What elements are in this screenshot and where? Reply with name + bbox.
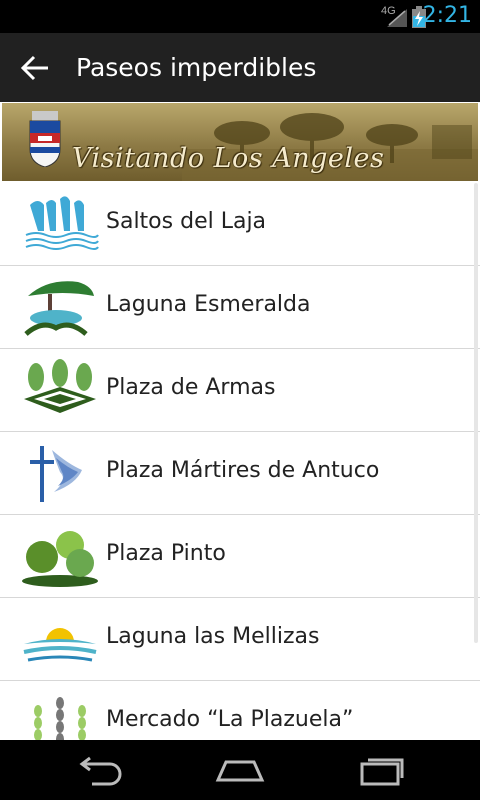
status-bar: 4G 2:21 — [0, 0, 480, 33]
clock: 2:21 — [422, 3, 472, 28]
list-item-label: Saltos del Laja — [106, 209, 267, 234]
signal-icon — [387, 9, 407, 27]
places-list: Saltos del Laja Laguna Esmeralda Plaza d… — [0, 183, 480, 740]
bushes-icon — [22, 531, 98, 587]
list-item-plaza-martires-de-antuco[interactable]: Plaza Mártires de Antuco — [0, 432, 480, 515]
action-bar: Paseos imperdibles — [0, 33, 480, 102]
list-item-plaza-de-armas[interactable]: Plaza de Armas — [0, 349, 480, 432]
list-item-laguna-esmeralda[interactable]: Laguna Esmeralda — [0, 266, 480, 349]
scrollbar[interactable] — [474, 183, 478, 643]
wheat-icon — [34, 697, 86, 740]
navigation-bar — [0, 740, 480, 800]
banner-title: Visitando Los Angeles — [72, 143, 385, 174]
recents-icon[interactable] — [352, 754, 412, 786]
list-item-saltos-del-laja[interactable]: Saltos del Laja — [0, 183, 480, 266]
list-item-label: Mercado “La Plazuela” — [106, 707, 354, 732]
list-item-label: Laguna Esmeralda — [106, 292, 311, 317]
list-item-label: Plaza Mártires de Antuco — [106, 458, 380, 483]
cross-flame-icon — [30, 446, 82, 502]
list-item-mercado-la-plazuela[interactable]: Mercado “La Plazuela” — [0, 681, 480, 740]
tree-lagoon-icon — [24, 281, 94, 336]
back-icon[interactable] — [70, 754, 130, 786]
list-item-label: Plaza Pinto — [106, 541, 226, 566]
app-screen: 4G 2:21 Paseos imperdibles Visitando Los… — [0, 0, 480, 800]
plaza-trees-icon — [24, 359, 96, 413]
page-title: Paseos imperdibles — [76, 53, 317, 82]
list-item-laguna-las-mellizas[interactable]: Laguna las Mellizas — [0, 598, 480, 681]
sunrise-lagoon-icon — [23, 628, 97, 662]
banner-image: Visitando Los Angeles — [2, 103, 478, 181]
list-item-plaza-pinto[interactable]: Plaza Pinto — [0, 515, 480, 598]
waterfall-icon — [25, 196, 99, 250]
arrow-back-icon[interactable] — [20, 54, 50, 82]
home-icon[interactable] — [210, 754, 270, 786]
list-item-label: Laguna las Mellizas — [106, 624, 320, 649]
list-item-label: Plaza de Armas — [106, 375, 276, 400]
coat-of-arms-icon — [29, 111, 61, 167]
